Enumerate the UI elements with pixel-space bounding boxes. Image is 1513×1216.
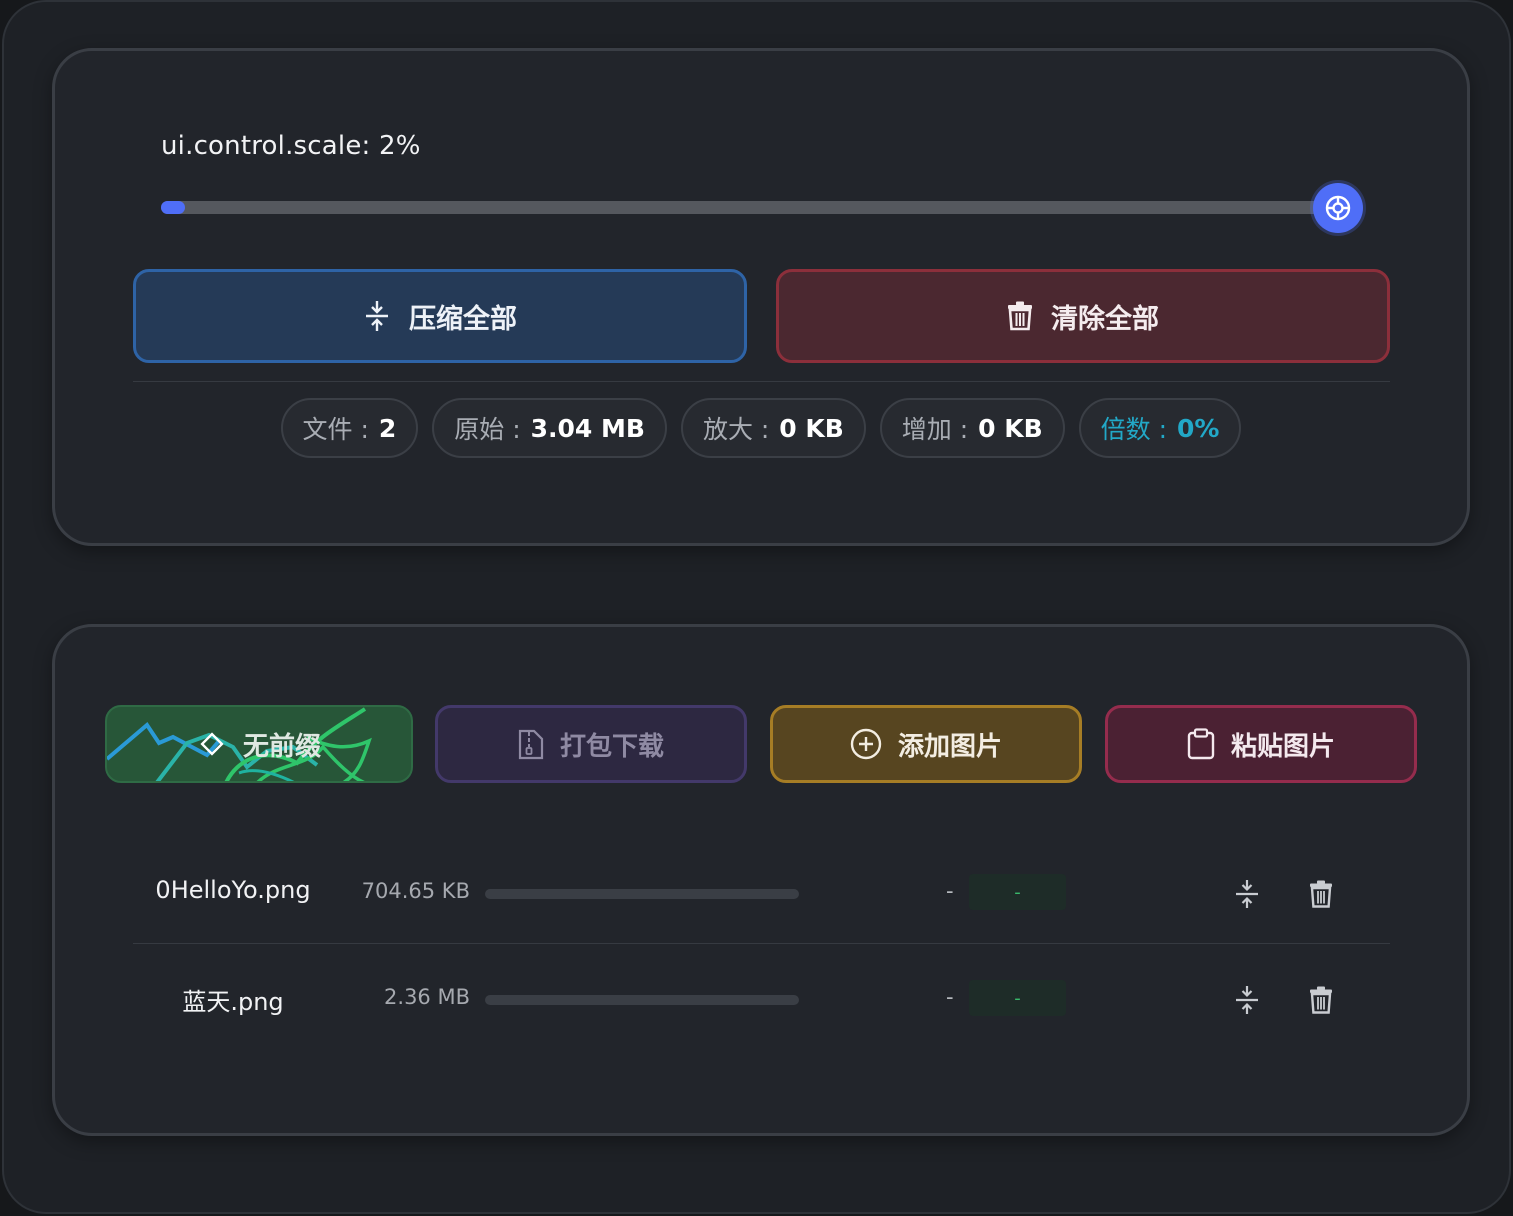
trash-icon — [1008, 301, 1032, 331]
control-panel: ui.control.scale: 2% 压缩全部 清除全部 文件: 2 原始… — [52, 48, 1470, 546]
stat-files: 文件 : 2 — [280, 398, 419, 458]
file-progress-bar — [485, 889, 799, 899]
stat-files-label: 文件 : — [302, 415, 369, 444]
stat-original-label: 原始 : — [454, 415, 521, 444]
file-size: 704.65 KB — [361, 879, 470, 903]
paste-image-label: 粘贴图片 — [1230, 731, 1335, 762]
delete-file-button[interactable] — [1305, 877, 1337, 911]
stat-enlarged-value: 0 KB — [779, 413, 844, 443]
file-zip-icon — [518, 729, 544, 760]
stat-original-value: 3.04 MB — [530, 413, 645, 443]
compress-icon — [1236, 880, 1258, 908]
stats-bar: 文件 : 2 原始 : 3.04 MB 放大 : 0 KB 增加 : 0 KB … — [55, 398, 1467, 458]
download-zip-label: 打包下载 — [559, 731, 664, 762]
file-output-size: - — [946, 985, 954, 1009]
file-progress-bar — [485, 995, 799, 1005]
file-output-size: - — [946, 879, 954, 903]
clear-all-label: 清除全部 — [1051, 303, 1159, 335]
file-row: 蓝天.png 2.36 MB - - — [133, 949, 1390, 1049]
row-divider — [133, 943, 1390, 944]
divider — [133, 381, 1390, 382]
scale-slider-fill — [161, 201, 185, 214]
file-result-badge: - — [969, 980, 1066, 1016]
scale-slider-thumb[interactable] — [1313, 183, 1363, 233]
clipboard-icon — [1187, 728, 1215, 760]
scale-slider-track[interactable] — [161, 201, 1341, 214]
compress-icon — [366, 301, 388, 331]
stat-enlarged: 放大 : 0 KB — [680, 398, 866, 458]
trash-icon — [1310, 986, 1332, 1014]
compress-file-button[interactable] — [1231, 983, 1263, 1017]
delete-file-button[interactable] — [1305, 983, 1337, 1017]
file-result-badge: - — [969, 874, 1066, 910]
stat-enlarged-label: 放大 : — [702, 415, 770, 444]
compress-all-label: 压缩全部 — [409, 303, 517, 335]
paste-image-button[interactable]: 粘贴图片 — [1105, 705, 1417, 783]
trash-icon — [1310, 880, 1332, 908]
compress-icon — [1236, 986, 1258, 1014]
download-zip-button[interactable]: 打包下载 — [435, 705, 747, 783]
compress-all-button[interactable]: 压缩全部 — [133, 269, 747, 363]
stat-increase: 增加 : 0 KB — [879, 398, 1065, 458]
compress-file-button[interactable] — [1231, 877, 1263, 911]
add-image-button[interactable]: 添加图片 — [770, 705, 1082, 783]
prefix-button[interactable]: 无前缀 — [105, 705, 413, 783]
prefix-label: 无前缀 — [242, 731, 321, 762]
plus-circle-icon — [850, 728, 882, 760]
stat-ratio-value: 0% — [1176, 413, 1220, 443]
stat-files-value: 2 — [378, 413, 397, 443]
files-panel: 无前缀 打包下载 添加图片 粘贴图片 0HelloYo.png 704.65 K… — [52, 624, 1470, 1136]
file-row: 0HelloYo.png 704.65 KB - - — [133, 843, 1390, 943]
stat-original: 原始 : 3.04 MB — [432, 398, 667, 458]
lifebuoy-icon — [1325, 195, 1351, 221]
clear-all-button[interactable]: 清除全部 — [776, 269, 1390, 363]
add-image-label: 添加图片 — [897, 731, 1002, 762]
file-size: 2.36 MB — [384, 985, 470, 1009]
scale-label: ui.control.scale: 2% — [161, 131, 421, 161]
app-window: ui.control.scale: 2% 压缩全部 清除全部 文件: 2 原始… — [2, 0, 1511, 1214]
stat-ratio: 倍数 : 0% — [1078, 398, 1242, 458]
stat-increase-value: 0 KB — [978, 413, 1043, 443]
stat-increase-label: 增加 : — [901, 415, 969, 444]
diamond-icon — [200, 732, 224, 756]
stat-ratio-label: 倍数 : — [1100, 415, 1168, 444]
